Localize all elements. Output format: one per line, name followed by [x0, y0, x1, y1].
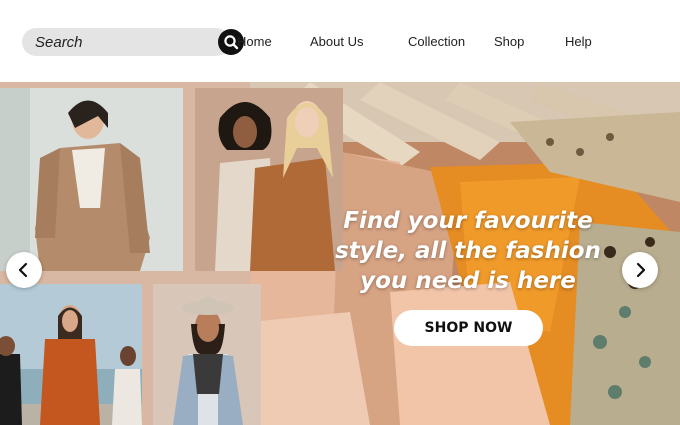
chevron-left-icon [18, 262, 28, 278]
hero-headline: Find your favourite style, all the fashi… [335, 208, 601, 294]
model-photo-trench-coat [0, 88, 183, 271]
site-header: Home About Us Collection Shop Help [0, 0, 680, 82]
nav-collection[interactable]: Collection [408, 34, 465, 49]
nav-home[interactable]: Home [237, 34, 272, 49]
nav-shop[interactable]: Shop [494, 34, 524, 49]
model-photo-hat [153, 284, 261, 425]
search-bar [22, 28, 244, 56]
hero-banner: Find your favourite style, all the fashi… [0, 82, 680, 425]
shop-now-button[interactable]: SHOP NOW [394, 310, 543, 346]
search-input[interactable] [35, 28, 200, 56]
carousel-next-button[interactable] [622, 252, 658, 288]
chevron-right-icon [636, 262, 646, 278]
model-photo-group [0, 284, 142, 425]
carousel-prev-button[interactable] [6, 252, 42, 288]
nav-about-us[interactable]: About Us [310, 34, 363, 49]
nav-help[interactable]: Help [565, 34, 592, 49]
